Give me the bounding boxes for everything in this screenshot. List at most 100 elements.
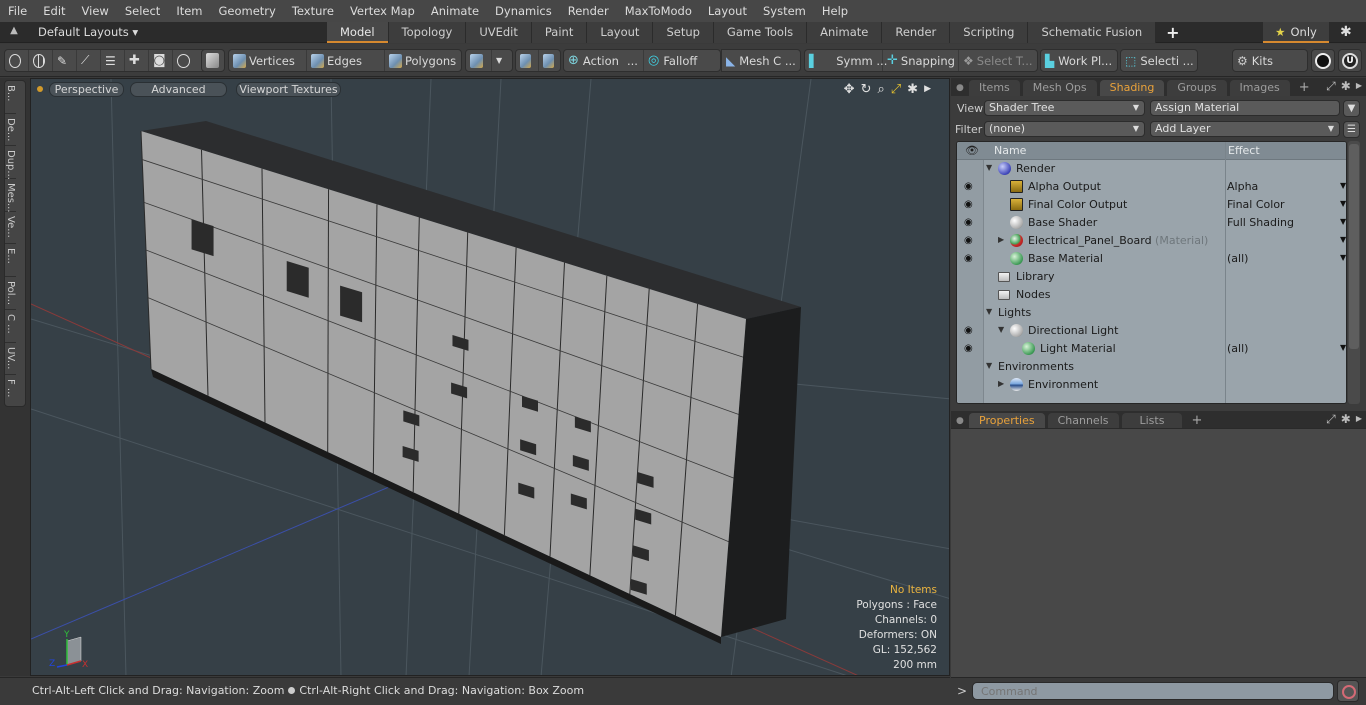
tool-tab-basic[interactable]: B...	[5, 81, 16, 114]
modo-cube-button[interactable]	[1311, 49, 1335, 72]
effect-dropdown-icon[interactable]: ▼	[1340, 253, 1346, 262]
panel-arrow-icon[interactable]: ▶	[1356, 79, 1362, 94]
vertices-mode-button[interactable]: Vertices	[229, 50, 307, 71]
tree-scrollbar-thumb[interactable]	[1349, 144, 1359, 349]
tree-row[interactable]: ◉ Light Material (all) ▼	[957, 340, 1346, 358]
rotate-circle-icon[interactable]	[173, 50, 197, 71]
zoom-icon[interactable]: ⌕	[877, 82, 884, 97]
expand-down-icon[interactable]: ▼	[986, 361, 992, 370]
globe-icon[interactable]	[29, 50, 53, 71]
tool-tab-polygon[interactable]: Pol...	[5, 277, 16, 310]
gear-icon[interactable]: ✱	[1340, 24, 1352, 40]
tab-mesh-ops[interactable]: Mesh Ops	[1022, 80, 1097, 96]
menu-help[interactable]: Help	[814, 0, 856, 22]
falloff-button[interactable]: ◎ Falloff	[644, 50, 720, 71]
tab-properties[interactable]: Properties	[969, 413, 1045, 429]
symmetry-button[interactable]: ▌ Symm ...	[805, 50, 887, 71]
tab-scripting[interactable]: Scripting	[950, 22, 1029, 43]
viewport-status-dot[interactable]	[37, 86, 43, 92]
expand-down-icon[interactable]: ▼	[986, 163, 992, 172]
view-mode-dropdown[interactable]: Perspective	[49, 82, 124, 97]
move-pivot-icon[interactable]	[516, 50, 539, 71]
panel-gear-icon[interactable]: ✱	[1341, 412, 1351, 427]
unreal-button[interactable]: U	[1338, 49, 1362, 72]
eye-icon[interactable]: ◉	[964, 217, 976, 228]
tab-animate[interactable]: Animate	[807, 22, 883, 43]
record-macro-button[interactable]	[1337, 680, 1359, 702]
tab-schematic-fusion[interactable]: Schematic Fusion	[1028, 22, 1157, 43]
tree-row[interactable]: ▼ Environments	[957, 358, 1346, 376]
effect-dropdown-icon[interactable]: ▼	[1340, 235, 1346, 244]
edges-mode-button[interactable]: Edges	[307, 50, 385, 71]
menu-render[interactable]: Render	[560, 0, 617, 22]
tree-row[interactable]: Library	[957, 268, 1346, 286]
add-properties-tab-button[interactable]: +	[1185, 413, 1208, 429]
tab-channels[interactable]: Channels	[1047, 413, 1119, 429]
eye-icon[interactable]: ◉	[964, 181, 976, 192]
menu-system[interactable]: System	[755, 0, 814, 22]
shading-mode-dropdown[interactable]: Advanced	[130, 82, 227, 97]
expand-arrow-icon[interactable]: ▶	[924, 82, 931, 97]
snapping-button[interactable]: ✛ Snapping	[883, 50, 959, 71]
bezier-icon[interactable]: ⟋	[77, 50, 101, 71]
list-options-icon[interactable]: ☰	[1343, 121, 1360, 138]
selection-sets-button[interactable]: ⬚ Selecti ...	[1120, 49, 1198, 72]
kits-button[interactable]: ⚙ Kits	[1232, 49, 1308, 72]
menu-texture[interactable]: Texture	[284, 0, 342, 22]
eye-icon[interactable]: ◉	[964, 235, 976, 246]
tool-tab-deform[interactable]: De...	[5, 114, 16, 147]
item-mode-button[interactable]	[201, 49, 225, 72]
menu-file[interactable]: File	[0, 0, 35, 22]
panel-dot-icon[interactable]: ●	[951, 413, 969, 429]
eye-icon[interactable]: ◉	[964, 199, 976, 210]
tree-item-effect[interactable]: Full Shading	[1227, 216, 1294, 229]
tab-layout[interactable]: Layout	[587, 22, 654, 43]
menu-dynamics[interactable]: Dynamics	[487, 0, 560, 22]
eye-icon[interactable]: ◉	[964, 325, 976, 336]
name-column-header[interactable]: Name	[994, 144, 1026, 157]
expand-down-icon[interactable]: ▼	[986, 307, 992, 316]
layouts-dropdown[interactable]: Default Layouts ▾	[38, 22, 138, 43]
tab-topology[interactable]: Topology	[388, 22, 467, 43]
tree-row[interactable]: ◉ ▼ Directional Light	[957, 322, 1346, 340]
material-mode-button[interactable]	[466, 50, 492, 71]
effect-dropdown-icon[interactable]: ▼	[1340, 343, 1346, 352]
3d-viewport[interactable]: Y X Z Perspective Advanced Viewport Text…	[30, 78, 950, 676]
only-toggle[interactable]: ★ Only	[1263, 22, 1329, 43]
effect-dropdown-icon[interactable]: ▼	[1340, 199, 1346, 208]
maximize-icon[interactable]: ⤢	[891, 82, 901, 97]
tree-item-effect[interactable]: (all)	[1227, 252, 1248, 265]
eye-icon[interactable]: ◉	[964, 343, 976, 354]
command-input[interactable]	[972, 682, 1334, 700]
collapse-up-icon[interactable]: ▲	[6, 25, 22, 40]
menu-layout[interactable]: Layout	[700, 0, 755, 22]
pen-icon[interactable]: ✎	[53, 50, 77, 71]
menu-geometry[interactable]: Geometry	[211, 0, 284, 22]
tab-groups[interactable]: Groups	[1167, 80, 1227, 96]
tree-row[interactable]: ▼ Lights	[957, 304, 1346, 322]
menu-maxtomodo[interactable]: MaxToModo	[617, 0, 700, 22]
tree-row[interactable]: ◉ Alpha Output Alpha ▼	[957, 178, 1346, 196]
expand-right-icon[interactable]: ▶	[998, 235, 1004, 244]
tool-tab-vertex[interactable]: Ve...	[5, 212, 16, 245]
tool-tab-curve[interactable]: C ...	[5, 310, 16, 343]
effect-column-header[interactable]: Effect	[1228, 144, 1260, 157]
tab-setup[interactable]: Setup	[653, 22, 714, 43]
tab-render[interactable]: Render	[882, 22, 951, 43]
maximize-panel-icon[interactable]: ⤢	[1326, 79, 1336, 94]
add-layer-dropdown[interactable]: Add Layer ▼	[1150, 121, 1340, 137]
tab-lists[interactable]: Lists	[1121, 413, 1183, 429]
add-tab-button[interactable]: +	[1156, 22, 1189, 43]
add-panel-tab-button[interactable]: +	[1293, 80, 1316, 96]
tree-row[interactable]: ▶ Environment	[957, 376, 1346, 394]
tool-tab-duplicate[interactable]: Dup...	[5, 146, 16, 180]
panel-dot-icon[interactable]: ●	[951, 80, 969, 96]
action-center-button[interactable]: ⊕ Action...	[564, 50, 644, 71]
panel-gear-icon[interactable]: ✱	[1341, 79, 1351, 94]
maximize-panel-icon[interactable]: ⤢	[1326, 412, 1336, 427]
menu-vertex-map[interactable]: Vertex Map	[342, 0, 423, 22]
assign-material-button[interactable]: Assign Material	[1150, 100, 1340, 116]
tree-row[interactable]: Nodes	[957, 286, 1346, 304]
work-plane-button[interactable]: ▙ Work Pl...	[1040, 49, 1118, 72]
expand-right-icon[interactable]: ▶	[998, 379, 1004, 388]
